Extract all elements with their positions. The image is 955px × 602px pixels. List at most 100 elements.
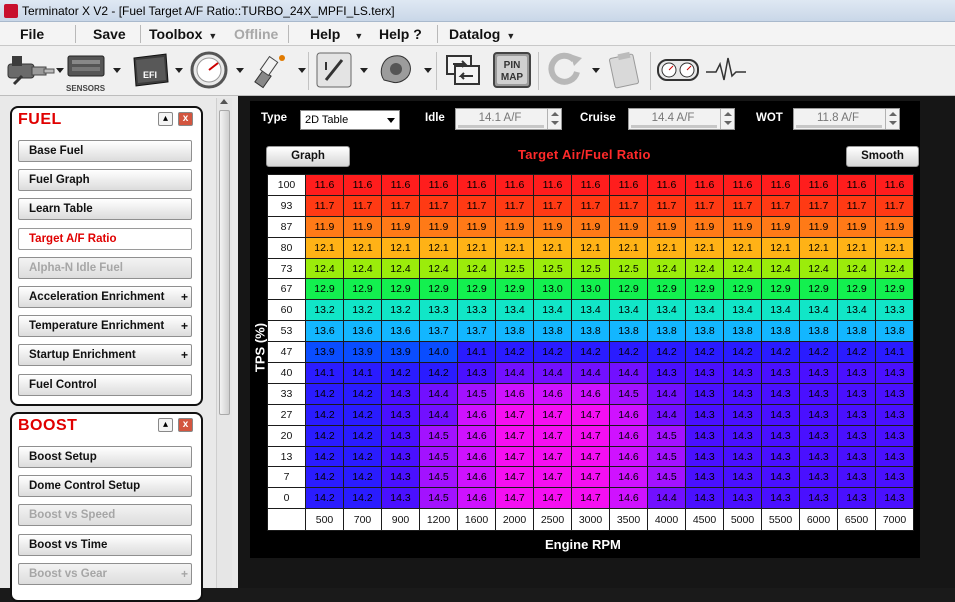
afr-cell[interactable]: 11.6: [875, 174, 914, 196]
afr-cell[interactable]: 14.3: [685, 466, 724, 489]
left-panel-scrollbar[interactable]: [216, 98, 232, 588]
afr-cell[interactable]: 13.4: [761, 299, 800, 322]
afr-cell[interactable]: 14.3: [799, 382, 838, 405]
afr-cell[interactable]: 14.5: [647, 466, 686, 489]
afr-cell[interactable]: 11.7: [495, 194, 534, 217]
sidebar-item-temperature-enrichment[interactable]: Temperature Enrichment +: [18, 315, 192, 338]
afr-cell[interactable]: 14.6: [457, 403, 496, 426]
afr-cell[interactable]: 12.4: [875, 257, 914, 280]
afr-cell[interactable]: 13.0: [533, 278, 572, 301]
afr-cell[interactable]: 12.4: [419, 257, 458, 280]
afr-cell[interactable]: 13.7: [419, 320, 458, 343]
afr-cell[interactable]: 11.9: [723, 215, 762, 238]
sidebar-item-startup-enrichment[interactable]: Startup Enrichment +: [18, 344, 192, 367]
afr-cell[interactable]: 13.8: [647, 320, 686, 343]
afr-cell[interactable]: 12.1: [609, 236, 648, 259]
afr-cell[interactable]: 11.7: [761, 194, 800, 217]
afr-cell[interactable]: 14.7: [571, 403, 610, 426]
sidebar-item-target-a-f-ratio[interactable]: Target A/F Ratio: [18, 227, 192, 250]
gauge-icon[interactable]: [188, 50, 232, 90]
expand-plus-icon[interactable]: +: [181, 564, 188, 584]
afr-cell[interactable]: 14.3: [837, 466, 876, 489]
afr-cell[interactable]: 11.6: [647, 174, 686, 196]
heartbeat-icon[interactable]: [704, 50, 748, 90]
afr-cell[interactable]: 14.3: [723, 403, 762, 426]
afr-cell[interactable]: 11.6: [419, 174, 458, 196]
afr-cell[interactable]: 14.7: [571, 424, 610, 447]
afr-cell[interactable]: 12.9: [495, 278, 534, 301]
afr-cell[interactable]: 13.2: [305, 299, 344, 322]
afr-cell[interactable]: 12.1: [381, 236, 420, 259]
afr-cell[interactable]: 11.9: [647, 215, 686, 238]
menu-file[interactable]: File: [20, 26, 44, 42]
menu-save[interactable]: Save: [93, 26, 126, 42]
afr-cell[interactable]: 14.3: [875, 424, 914, 447]
afr-cell[interactable]: 14.5: [419, 445, 458, 468]
afr-cell[interactable]: 14.2: [343, 487, 382, 510]
afr-cell[interactable]: 13.4: [837, 299, 876, 322]
afr-cell[interactable]: 11.9: [571, 215, 610, 238]
spin-up-icon[interactable]: [551, 112, 559, 116]
afr-cell[interactable]: 14.0: [419, 341, 458, 364]
afr-cell[interactable]: 14.7: [571, 487, 610, 510]
afr-cell[interactable]: 13.4: [495, 299, 534, 322]
afr-cell[interactable]: 14.6: [609, 403, 648, 426]
afr-cell[interactable]: 14.6: [457, 424, 496, 447]
afr-cell[interactable]: 14.2: [837, 341, 876, 364]
spinner-buttons[interactable]: [720, 109, 734, 129]
afr-cell[interactable]: 11.7: [305, 194, 344, 217]
close-icon[interactable]: x: [178, 418, 193, 432]
afr-cell[interactable]: 11.9: [419, 215, 458, 238]
afr-cell[interactable]: 14.5: [647, 445, 686, 468]
afr-cell[interactable]: 13.7: [457, 320, 496, 343]
afr-cell[interactable]: 13.8: [571, 320, 610, 343]
efi-dropdown-arrow[interactable]: [175, 68, 183, 73]
type-select[interactable]: 2D Table: [300, 110, 400, 130]
afr-cell[interactable]: 11.6: [495, 174, 534, 196]
afr-cell[interactable]: 14.3: [837, 487, 876, 510]
afr-cell[interactable]: 12.1: [685, 236, 724, 259]
afr-cell[interactable]: 14.2: [305, 403, 344, 426]
afr-cell[interactable]: 14.7: [533, 445, 572, 468]
afr-cell[interactable]: 14.7: [495, 403, 534, 426]
afr-cell[interactable]: 13.3: [875, 299, 914, 322]
afr-cell[interactable]: 14.4: [533, 362, 572, 384]
afr-cell[interactable]: 14.5: [457, 382, 496, 405]
switch-dropdown-arrow[interactable]: [360, 68, 368, 73]
afr-cell[interactable]: 12.9: [761, 278, 800, 301]
afr-cell[interactable]: 14.7: [571, 445, 610, 468]
afr-cell[interactable]: 13.3: [419, 299, 458, 322]
afr-cell[interactable]: 14.5: [419, 424, 458, 447]
afr-cell[interactable]: 14.3: [381, 487, 420, 510]
afr-cell[interactable]: 11.6: [381, 174, 420, 196]
afr-cell[interactable]: 14.2: [381, 362, 420, 384]
dashboard-gauges-icon[interactable]: [656, 50, 700, 90]
afr-cell[interactable]: 12.9: [799, 278, 838, 301]
gauge-dropdown-arrow[interactable]: [236, 68, 244, 73]
switch-icon[interactable]: [314, 50, 354, 90]
afr-cell[interactable]: 14.6: [571, 382, 610, 405]
afr-cell[interactable]: 14.2: [685, 341, 724, 364]
afr-cell[interactable]: 14.4: [495, 362, 534, 384]
afr-cell[interactable]: 12.5: [495, 257, 534, 280]
afr-cell[interactable]: 14.3: [761, 487, 800, 510]
spark-plug-icon[interactable]: [250, 50, 294, 90]
afr-cell[interactable]: 11.7: [723, 194, 762, 217]
afr-cell[interactable]: 12.1: [571, 236, 610, 259]
spin-up-icon[interactable]: [724, 112, 732, 116]
spin-down-icon[interactable]: [889, 121, 897, 125]
afr-cell[interactable]: 14.3: [723, 424, 762, 447]
afr-cell[interactable]: 14.3: [837, 362, 876, 384]
afr-cell[interactable]: 11.9: [685, 215, 724, 238]
afr-cell[interactable]: 11.6: [343, 174, 382, 196]
afr-cell[interactable]: 13.6: [381, 320, 420, 343]
expand-plus-icon[interactable]: +: [181, 287, 188, 307]
afr-cell[interactable]: 14.3: [381, 403, 420, 426]
sidebar-item-boost-vs-time[interactable]: Boost vs Time: [18, 533, 192, 556]
afr-cell[interactable]: 12.5: [571, 257, 610, 280]
afr-cell[interactable]: 11.6: [685, 174, 724, 196]
afr-cell[interactable]: 12.9: [685, 278, 724, 301]
afr-cell[interactable]: 12.5: [609, 257, 648, 280]
afr-cell[interactable]: 14.3: [799, 362, 838, 384]
afr-cell[interactable]: 14.3: [875, 403, 914, 426]
